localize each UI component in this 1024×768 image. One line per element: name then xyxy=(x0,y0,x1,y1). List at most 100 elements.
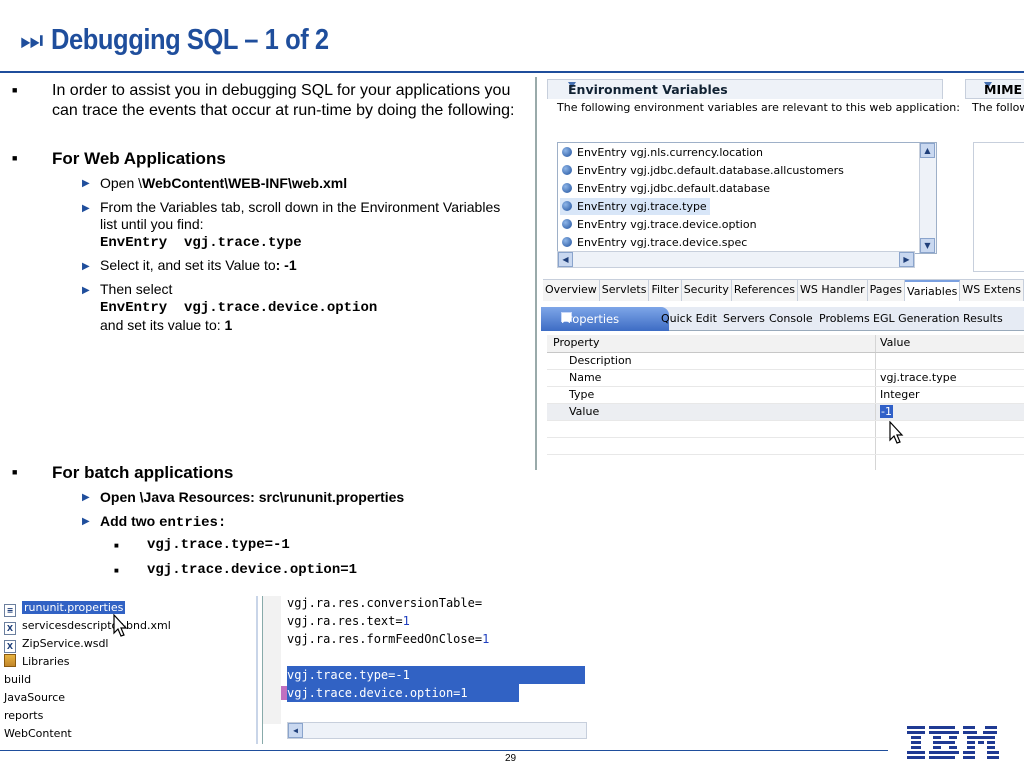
tree-item-rununit-properties[interactable]: ≡ rununit.properties xyxy=(4,599,126,617)
column-header-property[interactable]: Property xyxy=(553,335,600,351)
table-row-empty xyxy=(547,455,1024,470)
web-apps-heading: For Web Applications xyxy=(52,149,226,168)
list-item[interactable]: EnvEntry vgj.nls.currency.location xyxy=(562,144,763,161)
batch-step2-text: Add two xyxy=(100,513,160,529)
tab-quick-edit[interactable]: Quick Edit xyxy=(661,309,717,330)
web-xml-editor-screenshot: Environment Variables MIME The following… xyxy=(535,77,1024,470)
list-item[interactable]: EnvEntry vgj.trace.device.option xyxy=(562,216,757,233)
table-row[interactable]: Description xyxy=(547,353,1024,370)
scroll-down-icon[interactable]: ▼ xyxy=(920,238,935,253)
tree-item-label: Libraries xyxy=(22,655,70,668)
list-vertical-scrollbar[interactable]: ▲ ▼ xyxy=(919,143,936,253)
web-step-select: Select it, and set its Value to: -1 xyxy=(100,257,297,274)
editor-line-selected[interactable]: vgj.trace.type=-1 xyxy=(287,666,585,684)
list-item[interactable]: EnvEntry vgj.jdbc.default.database.allcu… xyxy=(562,162,844,179)
title-row: ⏭ Debugging SQL – 1 of 2 xyxy=(20,22,367,58)
web-step4-value: 1 xyxy=(224,317,233,333)
arrow-bullet-icon: ▶ xyxy=(82,516,90,527)
tree-item-label: reports xyxy=(4,709,44,722)
scroll-left-icon[interactable]: ◀ xyxy=(558,252,573,267)
tab-properties[interactable]: Properties ✕ xyxy=(541,307,669,331)
close-icon[interactable]: ✕ xyxy=(561,312,571,326)
arrow-bullet-icon: ▶ xyxy=(82,492,90,503)
slide-title: Debugging SQL – 1 of 2 xyxy=(51,23,330,56)
properties-file-icon: ≡ xyxy=(4,604,16,617)
editor-line-selected[interactable]: vgj.trace.device.option=1 xyxy=(287,684,519,702)
mime-title: MIME xyxy=(984,82,1023,97)
tree-item-label: servicesdescriptor-bnd.xml xyxy=(22,619,171,632)
property-value[interactable]: vgj.trace.type xyxy=(875,370,957,386)
table-row-selected[interactable]: Value -1 xyxy=(547,404,1024,421)
editor-line[interactable]: vgj.ra.res.text=1 xyxy=(287,612,410,630)
tab-references[interactable]: References xyxy=(731,280,798,301)
line-value: 1 xyxy=(402,614,410,628)
tree-item-build[interactable]: build xyxy=(4,671,31,689)
tree-item-reports[interactable]: reports xyxy=(4,707,43,725)
list-horizontal-scrollbar[interactable]: ◀ ▶ xyxy=(557,251,915,268)
column-header-value[interactable]: Value xyxy=(875,335,910,352)
tree-item-label: WebContent xyxy=(4,727,72,740)
tree-item-javasource[interactable]: JavaSource xyxy=(4,689,65,707)
scroll-left-icon[interactable]: ◀ xyxy=(288,723,303,738)
tab-servers[interactable]: Servers xyxy=(723,309,765,330)
tree-item-label: JavaSource xyxy=(4,691,66,704)
list-item-selected[interactable]: EnvEntry vgj.trace.type xyxy=(560,198,710,215)
env-variables-section-header[interactable]: Environment Variables xyxy=(547,79,943,99)
env-variables-list[interactable]: EnvEntry vgj.nls.currency.location EnvEn… xyxy=(557,142,937,254)
xml-file-icon: X xyxy=(4,640,16,653)
list-item[interactable]: EnvEntry vgj.trace.device.spec xyxy=(562,234,747,251)
title-divider xyxy=(0,71,1024,73)
batch-entry: vgj.trace.type=-1 xyxy=(147,537,290,553)
web-step2-code: EnvEntry vgj.trace.type xyxy=(100,235,302,251)
property-value[interactable]: Integer xyxy=(875,387,920,403)
tab-console[interactable]: Console xyxy=(769,309,813,330)
editor-horizontal-scrollbar[interactable]: ◀ xyxy=(287,722,587,739)
line-key: vgj.ra.res.text= xyxy=(287,614,403,628)
editor-line[interactable]: vgj.ra.res.conversionTable= xyxy=(287,594,482,612)
ibm-logo-icon xyxy=(907,726,999,759)
list-item[interactable]: EnvEntry vgj.jdbc.default.database xyxy=(562,180,770,197)
property-value-cell[interactable]: -1 xyxy=(875,404,893,420)
batch-step2-code: entries: xyxy=(159,515,227,531)
tab-filter[interactable]: Filter xyxy=(649,280,682,301)
tab-ws-extensions[interactable]: WS Extens xyxy=(960,280,1024,301)
scroll-right-icon[interactable]: ▶ xyxy=(899,252,914,267)
view-tabs-bar: Properties ✕ Quick Edit Servers Console … xyxy=(541,307,1024,331)
env-entry-icon xyxy=(562,201,572,211)
tab-problems[interactable]: Problems xyxy=(819,309,870,330)
properties-editor-screenshot: vgj.ra.res.conversionTable= vgj.ra.res.t… xyxy=(262,596,587,744)
tab-overview[interactable]: Overview xyxy=(543,280,600,301)
table-row-empty xyxy=(547,421,1024,438)
editor-line[interactable]: vgj.ra.res.formFeedOnClose=1 xyxy=(287,630,489,648)
bullet-square-icon: ■ xyxy=(114,566,119,575)
table-header: Property Value xyxy=(547,335,1024,353)
tree-item-webcontent[interactable]: WebContent xyxy=(4,725,72,743)
project-explorer-screenshot: ≡ rununit.properties Xservicesdescriptor-… xyxy=(0,596,258,744)
scroll-up-icon[interactable]: ▲ xyxy=(920,143,935,158)
tab-variables[interactable]: Variables xyxy=(905,280,961,301)
property-value-input[interactable]: -1 xyxy=(880,405,893,418)
tree-item-wsdl[interactable]: X ZipService.wsdl xyxy=(4,635,109,653)
tab-ws-handler[interactable]: WS Handler xyxy=(798,280,868,301)
skip-forward-icon: ⏭ xyxy=(20,25,44,55)
bullet-square-icon: ■ xyxy=(12,85,18,95)
web-step4-suffix: and set its value to: xyxy=(100,317,225,333)
line-key: vgj.ra.res.formFeedOnClose= xyxy=(287,632,483,646)
libraries-icon xyxy=(4,654,16,667)
web-step-then-select: Then select EnvEntry vgj.trace.device.opt… xyxy=(100,281,520,334)
line-key: vgj.trace.device.option=1 xyxy=(287,686,468,700)
tree-item-libraries[interactable]: Libraries xyxy=(4,653,70,671)
tab-pages[interactable]: Pages xyxy=(867,280,906,301)
table-row[interactable]: Name vgj.trace.type xyxy=(547,370,1024,387)
tab-egl-generation-results[interactable]: EGL Generation Results xyxy=(873,309,1003,330)
property-value[interactable] xyxy=(875,353,880,369)
tab-security[interactable]: Security xyxy=(681,280,732,301)
mime-list[interactable] xyxy=(973,142,1024,272)
mouse-pointer-icon xyxy=(889,421,904,444)
env-entry-label: EnvEntry vgj.trace.device.spec xyxy=(577,236,748,249)
tab-servlets[interactable]: Servlets xyxy=(599,280,650,301)
tree-item-bnd-xml[interactable]: Xservicesdescriptor-bnd.xml xyxy=(4,617,171,635)
mime-section-header[interactable]: MIME xyxy=(965,79,1024,99)
batch-step-add: Add two entries: xyxy=(100,513,226,532)
table-row[interactable]: Type Integer xyxy=(547,387,1024,404)
